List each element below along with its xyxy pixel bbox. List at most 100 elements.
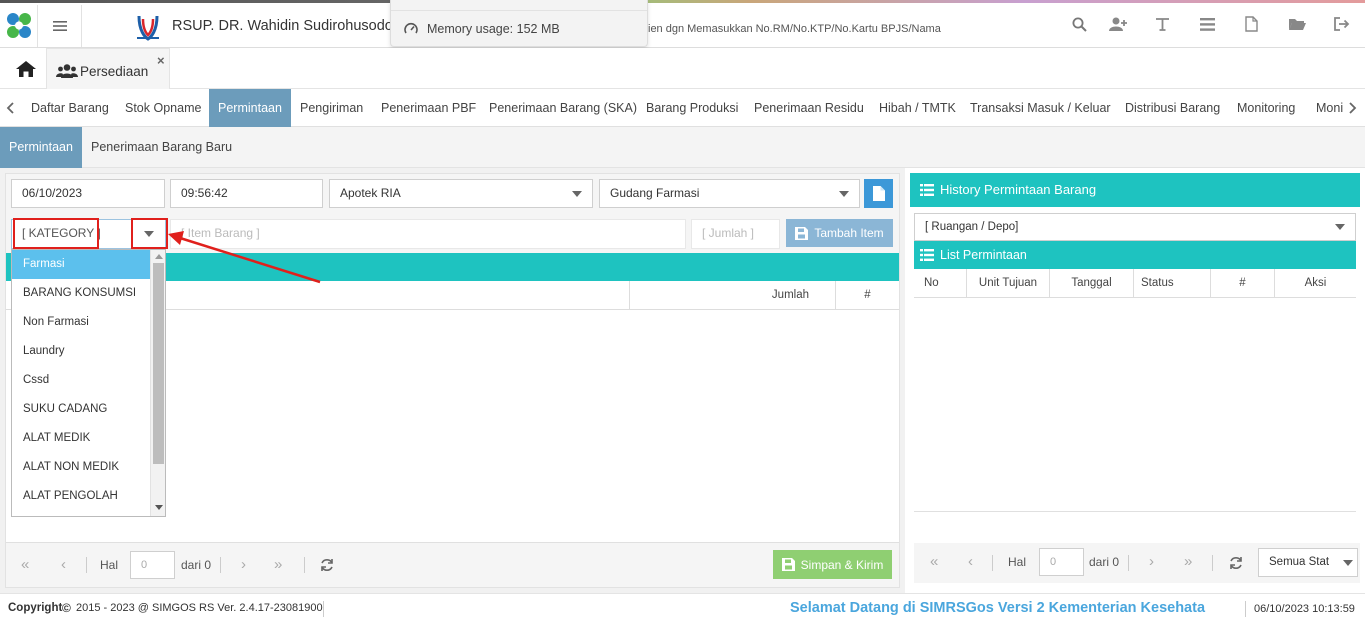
right-pager-bar: « ‹ Hal 0 dari 0 › » Semua Stat — [914, 543, 1360, 583]
column-header-no[interactable]: No — [914, 269, 967, 297]
next-page-icon[interactable]: › — [1149, 553, 1154, 570]
refresh-icon[interactable] — [320, 558, 334, 572]
scroll-down-arrow[interactable] — [155, 505, 163, 510]
nav-item-daftar-barang[interactable]: Daftar Barang — [22, 89, 118, 127]
status-filter-combo[interactable]: Semua Stat — [1258, 548, 1358, 577]
hospital-logo — [133, 13, 163, 41]
simpan-kirim-button[interactable]: Simpan & Kirim — [773, 550, 892, 579]
dropdown-option-suku-cadang[interactable]: SUKU CADANG — [12, 395, 150, 424]
nav-item-moni[interactable]: Moni — [1307, 89, 1345, 127]
scrollbar-thumb[interactable] — [153, 263, 164, 464]
nav-item-penerimaan-pbf[interactable]: Penerimaan PBF — [372, 89, 485, 127]
history-header: History Permintaan Barang — [910, 173, 1360, 207]
patient-search-hint[interactable]: ien dgn Memasukkan No.RM/No.KTP/No.Kartu… — [648, 23, 1048, 35]
subtab-permintaan[interactable]: Permintaan — [0, 127, 82, 168]
file-icon — [872, 186, 885, 201]
nav-item-distribusi-barang[interactable]: Distribusi Barang — [1116, 89, 1229, 127]
first-page-icon[interactable]: « — [21, 556, 29, 573]
app-logo[interactable] — [0, 5, 38, 47]
next-page-icon[interactable]: › — [241, 556, 246, 573]
last-page-icon[interactable]: » — [274, 556, 282, 573]
nav-item-transaksi-masuk-keluar[interactable]: Transaksi Masuk / Keluar — [961, 89, 1120, 127]
page-label: Hal — [1008, 555, 1027, 569]
column-header-jumlah[interactable]: Jumlah — [629, 281, 836, 309]
date-field[interactable]: 06/10/2023 — [11, 179, 165, 208]
nav-item-penerimaan-residu[interactable]: Penerimaan Residu — [745, 89, 873, 127]
source-unit-value: Apotek RIA — [340, 186, 401, 200]
search-icon[interactable] — [1068, 14, 1090, 34]
list-permintaan-table: No Unit Tujuan Tanggal Status # Aksi — [914, 269, 1356, 512]
chevron-down-icon — [572, 191, 582, 197]
simpan-kirim-label: Simpan & Kirim — [800, 557, 884, 572]
text-icon[interactable] — [1151, 14, 1173, 34]
room-depo-combo[interactable]: [ Ruangan / Depo] — [914, 213, 1356, 241]
menu-toggle-button[interactable] — [38, 5, 82, 47]
chevron-right-icon[interactable] — [1349, 102, 1357, 114]
home-tab[interactable] — [15, 60, 37, 80]
first-page-icon[interactable]: « — [930, 553, 938, 570]
column-header-unit-tujuan[interactable]: Unit Tujuan — [967, 269, 1050, 297]
category-dropdown-list: Farmasi BARANG KONSUMSI Non Farmasi Laundry… — [11, 249, 166, 517]
destination-unit-combo[interactable]: Gudang Farmasi — [599, 179, 860, 208]
prev-page-icon[interactable]: ‹ — [968, 553, 973, 570]
tambah-item-button[interactable]: Tambah Item — [786, 219, 893, 247]
nav-item-hibah-tmtk[interactable]: Hibah / TMTK — [870, 89, 965, 127]
dropdown-option-alat-non-medik[interactable]: ALAT NON MEDIK — [12, 453, 150, 482]
new-document-button[interactable] — [864, 179, 893, 208]
column-header-hash[interactable]: # — [836, 281, 899, 309]
annotation-arrow-icon — [168, 231, 321, 284]
dropdown-option-barang-konsumsi[interactable]: BARANG KONSUMSI — [12, 279, 150, 308]
memory-usage-popup: Memory usage: 152 MB — [390, 0, 648, 47]
nav-item-monitoring[interactable]: Monitoring — [1228, 89, 1304, 127]
status-filter-value: Semua Stat — [1269, 556, 1330, 568]
nav-item-permintaan[interactable]: Permintaan — [209, 89, 291, 127]
column-header-status[interactable]: Status — [1134, 269, 1211, 297]
footer: Copyright © 2015 - 2023 @ SIMGOS RS Ver.… — [0, 593, 1365, 625]
page-number-input[interactable]: 0 — [130, 551, 175, 579]
tab-close-icon[interactable]: × — [157, 53, 165, 68]
open-tabs-bar: Persediaan × — [0, 48, 1365, 89]
source-unit-combo[interactable]: Apotek RIA — [329, 179, 593, 208]
copyright-label: Copyright — [8, 602, 63, 614]
save-icon — [795, 226, 809, 240]
tab-persediaan[interactable]: Persediaan × — [46, 48, 170, 89]
hamburger-icon — [52, 21, 67, 31]
dropdown-option-alat-pengolah[interactable]: ALAT PENGOLAH — [12, 482, 150, 511]
nav-item-pengiriman[interactable]: Pengiriman — [291, 89, 372, 127]
refresh-icon[interactable] — [1229, 556, 1243, 570]
dropdown-option-laundry[interactable]: Laundry — [12, 337, 150, 366]
dropdown-option-farmasi[interactable]: Farmasi — [12, 250, 150, 279]
list-icon[interactable] — [1196, 14, 1218, 34]
jumlah-input[interactable]: [ Jumlah ] — [691, 219, 780, 249]
home-icon — [16, 61, 36, 77]
page-total-label: dari 0 — [181, 558, 212, 572]
last-page-icon[interactable]: » — [1184, 553, 1192, 570]
column-header-hash[interactable]: # — [1211, 269, 1275, 297]
hospital-emblem-icon — [137, 15, 159, 41]
subtab-penerimaan-barang-baru[interactable]: Penerimaan Barang Baru — [82, 127, 241, 168]
page-number-input[interactable]: 0 — [1039, 548, 1084, 576]
list-icon — [920, 249, 934, 261]
folder-open-icon[interactable] — [1286, 14, 1308, 34]
pdf-icon[interactable] — [1240, 14, 1262, 34]
destination-unit-value: Gudang Farmasi — [610, 186, 700, 200]
sub-tabs: Permintaan Penerimaan Barang Baru — [0, 127, 1365, 168]
column-header-tanggal[interactable]: Tanggal — [1050, 269, 1134, 297]
tab-persediaan-label: Persediaan — [80, 64, 149, 79]
page-total-label: dari 0 — [1089, 555, 1120, 569]
nav-item-stok-opname[interactable]: Stok Opname — [116, 89, 210, 127]
nav-item-barang-produksi[interactable]: Barang Produksi — [637, 89, 747, 127]
nav-item-penerimaan-barang-ska[interactable]: Penerimaan Barang (SKA) — [480, 89, 646, 127]
chevron-left-icon[interactable] — [6, 102, 14, 114]
logout-icon[interactable] — [1331, 14, 1353, 34]
time-field[interactable]: 09:56:42 — [170, 179, 323, 208]
add-user-icon[interactable] — [1107, 14, 1129, 34]
chevron-down-icon — [839, 191, 849, 197]
simgos-logo-icon — [6, 13, 31, 38]
column-header-aksi[interactable]: Aksi — [1275, 269, 1356, 297]
copyright-icon: © — [62, 601, 71, 615]
dropdown-option-alat-medik[interactable]: ALAT MEDIK — [12, 424, 150, 453]
dropdown-option-non-farmasi[interactable]: Non Farmasi — [12, 308, 150, 337]
prev-page-icon[interactable]: ‹ — [61, 556, 66, 573]
dropdown-option-cssd[interactable]: Cssd — [12, 366, 150, 395]
